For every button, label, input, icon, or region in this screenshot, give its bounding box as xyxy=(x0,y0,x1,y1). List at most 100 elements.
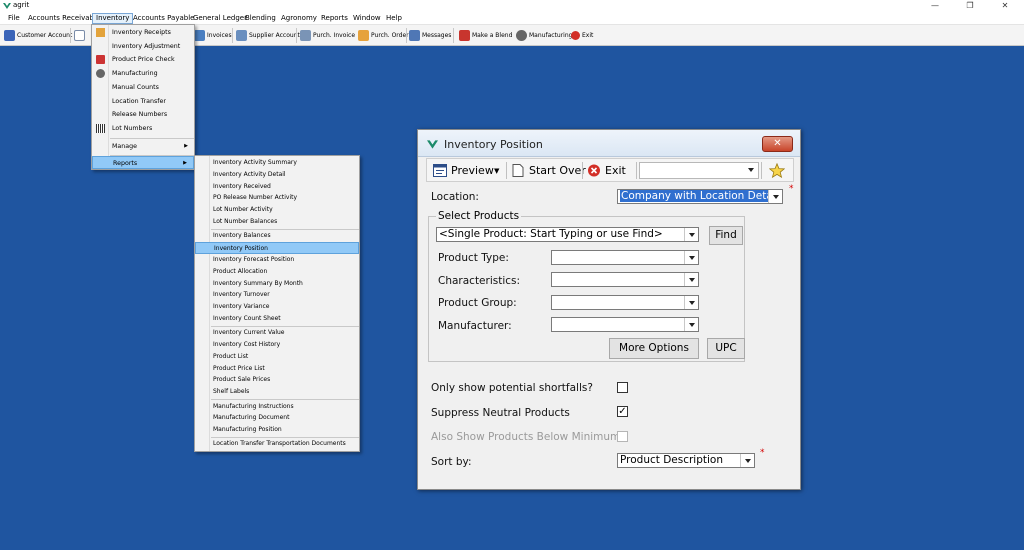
menu-window[interactable]: Window xyxy=(350,13,384,24)
upc-button[interactable]: UPC xyxy=(707,338,745,359)
menu-item-manual-counts[interactable]: Manual Counts xyxy=(92,81,194,94)
submenu-item-label: Lot Number Balances xyxy=(213,218,278,225)
submenu-item-inventory-balances[interactable]: Inventory Balances xyxy=(195,230,359,242)
submenu-item-inventory-turnover[interactable]: Inventory Turnover xyxy=(195,289,359,301)
submenu-item-inventory-variance[interactable]: Inventory Variance xyxy=(195,301,359,313)
window-title-bar: agrit — ❐ ✕ xyxy=(0,0,1024,12)
only-shortfalls-checkbox[interactable] xyxy=(617,382,628,393)
menu-help[interactable]: Help xyxy=(383,13,405,24)
submenu-item-product-sale-prices[interactable]: Product Sale Prices xyxy=(195,374,359,386)
menu-item-release-numbers[interactable]: Release Numbers xyxy=(92,108,194,121)
close-window-button[interactable]: ✕ xyxy=(990,0,1020,12)
menu-item-lot-numbers[interactable]: Lot Numbers xyxy=(92,122,194,135)
submenu-item-inventory-activity-summary[interactable]: Inventory Activity Summary xyxy=(195,157,359,169)
menu-item-location-transfer[interactable]: Location Transfer xyxy=(92,95,194,108)
report-list-button[interactable] xyxy=(74,28,87,43)
product-search-input[interactable]: <Single Product: Start Typing or use Fin… xyxy=(436,227,699,242)
dialog-close-button[interactable]: ✕ xyxy=(762,136,793,152)
preview-dropdown-arrow[interactable]: ▼ xyxy=(494,162,499,179)
customer-account-icon xyxy=(4,30,15,41)
submenu-item-manufacturing-document[interactable]: Manufacturing Document xyxy=(195,412,359,424)
customer-account-button[interactable]: Customer Account xyxy=(4,28,72,43)
menu-file[interactable]: File xyxy=(5,13,23,24)
submenu-item-po-release-number-activity[interactable]: PO Release Number Activity xyxy=(195,192,359,204)
submenu-item-manufacturing-instructions[interactable]: Manufacturing Instructions xyxy=(195,401,359,413)
submenu-item-inventory-cost-history[interactable]: Inventory Cost History xyxy=(195,339,359,351)
location-dropdown[interactable]: Company with Location Details xyxy=(617,189,783,204)
purchase-order-button[interactable]: Purch. Order xyxy=(358,28,409,43)
also-below-min-checkbox[interactable] xyxy=(617,431,628,442)
manufacturer-dropdown[interactable] xyxy=(551,317,699,332)
menu-inventory[interactable]: Inventory xyxy=(92,13,134,24)
menu-item-manufacturing[interactable]: Manufacturing xyxy=(92,67,194,80)
find-button[interactable]: Find xyxy=(709,226,743,245)
chevron-down-icon[interactable] xyxy=(744,163,758,178)
menu-item-manage[interactable]: Manage ▶ xyxy=(92,140,194,153)
submenu-item-inventory-received[interactable]: Inventory Received xyxy=(195,181,359,193)
minimize-button[interactable]: — xyxy=(920,0,950,12)
submenu-item-label: Inventory Forecast Position xyxy=(213,255,295,263)
toolbar-separator xyxy=(232,28,233,43)
window-title: agrit xyxy=(13,1,30,9)
menu-accounts-payable[interactable]: Accounts Payable xyxy=(130,13,197,24)
submenu-item-location-transfer-transportation-documents[interactable]: Location Transfer Transportation Documen… xyxy=(195,438,359,450)
invoices-label: Invoices xyxy=(207,32,232,39)
start-over-button[interactable]: Start Over xyxy=(511,162,586,179)
product-group-dropdown[interactable] xyxy=(551,295,699,310)
submenu-item-label: Inventory Count Sheet xyxy=(213,314,281,322)
favorite-star-icon[interactable] xyxy=(769,163,785,178)
supplier-account-button[interactable]: Supplier Account xyxy=(236,28,300,43)
submenu-item-inventory-forecast-position[interactable]: Inventory Forecast Position xyxy=(195,254,359,266)
messages-button[interactable]: Messages xyxy=(409,28,451,43)
chevron-down-icon[interactable] xyxy=(684,318,698,331)
toolbar-separator xyxy=(636,162,637,179)
inventory-position-dialog: Inventory Position ✕ Preview ▼ Start Ove… xyxy=(417,129,801,490)
chevron-down-icon[interactable] xyxy=(684,228,698,241)
chevron-down-icon[interactable] xyxy=(684,273,698,286)
sort-by-dropdown[interactable]: Product Description xyxy=(617,453,755,468)
submenu-item-product-price-list[interactable]: Product Price List xyxy=(195,363,359,375)
menu-item-reports[interactable]: Reports ▶ xyxy=(92,156,194,169)
make-a-blend-button[interactable]: Make a Blend xyxy=(459,28,512,43)
menu-item-inventory-adjustment[interactable]: Inventory Adjustment xyxy=(92,40,194,53)
submenu-item-product-list[interactable]: Product List xyxy=(195,351,359,363)
submenu-item-inventory-activity-detail[interactable]: Inventory Activity Detail xyxy=(195,169,359,181)
suppress-neutral-checkbox[interactable]: ✓ xyxy=(617,406,628,417)
chevron-down-icon[interactable] xyxy=(684,251,698,264)
exit-button[interactable]: Exit xyxy=(587,162,626,179)
chevron-down-icon[interactable] xyxy=(768,190,782,203)
exit-label: Exit xyxy=(605,164,626,177)
chevron-down-icon[interactable] xyxy=(684,296,698,309)
exit-icon xyxy=(571,31,580,40)
submenu-item-inventory-current-value[interactable]: Inventory Current Value xyxy=(195,327,359,339)
menu-general-ledger[interactable]: General Ledger xyxy=(190,13,250,24)
submenu-item-shelf-labels[interactable]: Shelf Labels xyxy=(195,386,359,398)
submenu-item-label: Manufacturing Position xyxy=(213,426,282,434)
submenu-item-lot-number-balances[interactable]: Lot Number Balances xyxy=(195,216,359,228)
submenu-item-lot-number-activity[interactable]: Lot Number Activity xyxy=(195,204,359,216)
menu-item-product-price-check[interactable]: Product Price Check xyxy=(92,53,194,66)
menu-item-inventory-receipts[interactable]: Inventory Receipts xyxy=(92,26,194,39)
characteristics-dropdown[interactable] xyxy=(551,272,699,287)
submenu-item-inventory-count-sheet[interactable]: Inventory Count Sheet xyxy=(195,313,359,325)
submenu-item-inventory-summary-by-month[interactable]: Inventory Summary By Month xyxy=(195,278,359,290)
submenu-item-manufacturing-position[interactable]: Manufacturing Position xyxy=(195,424,359,436)
menu-agronomy[interactable]: Agronomy xyxy=(278,13,320,24)
menu-blending[interactable]: Blending xyxy=(242,13,279,24)
invoices-button[interactable]: Invoices xyxy=(194,28,232,43)
restore-button[interactable]: ❐ xyxy=(955,0,985,12)
menu-reports[interactable]: Reports xyxy=(318,13,351,24)
manufacturing-button[interactable]: Manufacturing xyxy=(516,28,572,43)
exit-toolbar-button[interactable]: Exit xyxy=(571,28,593,43)
purchase-invoice-button[interactable]: Purch. Invoice xyxy=(300,28,355,43)
more-options-button[interactable]: More Options xyxy=(609,338,699,359)
report-selector-dropdown[interactable] xyxy=(639,162,759,179)
submenu-item-inventory-position[interactable]: Inventory Position xyxy=(195,242,359,254)
product-search-value: <Single Product: Start Typing or use Fin… xyxy=(439,228,663,240)
submenu-item-product-allocation[interactable]: Product Allocation xyxy=(195,266,359,278)
preview-button[interactable]: Preview xyxy=(433,162,494,179)
product-type-dropdown[interactable] xyxy=(551,250,699,265)
preview-icon xyxy=(433,164,447,177)
chevron-down-icon[interactable] xyxy=(740,454,754,467)
supplier-account-label: Supplier Account xyxy=(249,32,300,39)
